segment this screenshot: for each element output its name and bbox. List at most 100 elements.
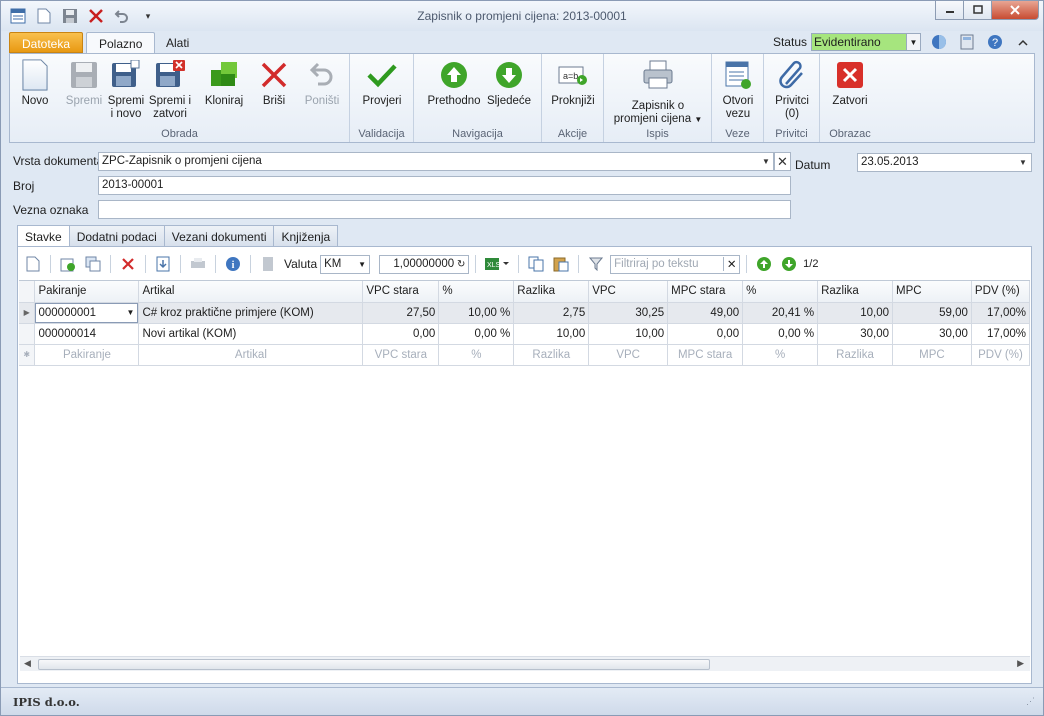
pakiranje-cell[interactable]: 000000001 ▼ [34,302,140,324]
col-vpc-percent[interactable]: % [438,281,515,303]
mpc-percent-cell[interactable]: 20,41 % [742,302,819,324]
scroll-left-icon[interactable]: ◀ [24,658,31,669]
sljedece-button[interactable]: Sljedeće [486,58,532,108]
col-vpc-razlika[interactable]: Razlika [513,281,590,303]
rate-field[interactable]: 1,00000000 ↻ [379,254,470,274]
new-vpc-percent-cell[interactable]: % [438,344,515,366]
col-pakiranje[interactable]: Pakiranje [34,281,140,303]
spremi-zatvori-button[interactable]: Spremi i zatvori [148,58,192,121]
price-icon[interactable] [257,254,279,274]
col-mpc-razlika[interactable]: Razlika [817,281,893,303]
print-grid-icon[interactable] [187,254,209,274]
privitci-button[interactable]: Privitci (0) [770,58,814,121]
filter-icon[interactable] [585,254,607,274]
help-icon[interactable]: ? [985,33,1005,51]
filter-field[interactable]: Filtriraj po tekstu ✕ [610,254,741,274]
excel-export-icon[interactable]: XLS [482,254,512,274]
new-mpc-razlika-cell[interactable]: Razlika [817,344,893,366]
paste-icon[interactable] [550,254,572,274]
mpc-cell[interactable]: 30,00 [892,323,972,345]
vpc-stara-cell[interactable]: 0,00 [362,323,440,345]
new-mpc-percent-cell[interactable]: % [742,344,819,366]
novo-button[interactable]: Novo [18,58,52,108]
pdv-cell[interactable]: 17,00% [971,302,1031,324]
col-mpc-percent[interactable]: % [742,281,819,303]
new-vpc-cell[interactable]: VPC [588,344,669,366]
vpc-stara-cell[interactable]: 27,50 [362,302,440,324]
mpc-percent-cell[interactable]: 0,00 % [742,323,819,345]
new-item-row[interactable]: ✱ Pakiranje Artikal VPC stara % Razlika … [19,344,1031,366]
mpc-razlika-cell[interactable]: 10,00 [817,302,893,324]
vrsta-combo[interactable]: ZPC-Zapisnik o promjeni cijena [98,152,774,171]
minimize-icon[interactable] [935,1,964,20]
datum-field[interactable]: 23.05.2013 [857,153,1032,172]
otvori-vezu-button[interactable]: Otvori vezu [718,58,758,121]
new-artikal-cell[interactable]: Artikal [138,344,364,366]
scrollbar-thumb[interactable] [38,659,710,670]
vpc-razlika-cell[interactable]: 2,75 [513,302,590,324]
new-row-icon[interactable] [22,254,44,274]
chevron-down-icon[interactable]: ▼ [758,153,774,170]
new-vpc-stara-cell[interactable]: VPC stara [362,344,440,366]
vpc-razlika-cell[interactable]: 10,00 [513,323,590,345]
col-artikal[interactable]: Artikal [138,281,364,303]
chevron-down-icon[interactable]: ▼ [1015,154,1031,171]
table-row[interactable]: ▶ 000000001 ▼ C# kroz praktične primjere … [19,302,1031,324]
proknjizi-button[interactable]: a=b Proknjiži [550,58,596,108]
chevron-down-icon[interactable]: ▼ [355,260,369,269]
copy-icon[interactable] [525,254,547,274]
col-pdv[interactable]: PDV (%) [971,281,1031,303]
resize-grip-icon[interactable]: ⋰ [1026,696,1035,707]
broj-field[interactable]: 2013-00001 [98,176,791,195]
tab-dodatni-podaci[interactable]: Dodatni podaci [68,225,165,247]
refresh-icon[interactable]: ↻ [454,259,468,270]
new-mpc-stara-cell[interactable]: MPC stara [667,344,744,366]
ponisti-button[interactable]: Poništi [302,58,342,108]
mpc-cell[interactable]: 59,00 [892,302,972,324]
page-prev-icon[interactable] [753,254,775,274]
mpc-razlika-cell[interactable]: 30,00 [817,323,893,345]
globe-icon[interactable] [929,33,949,51]
vpc-cell[interactable]: 30,25 [588,302,669,324]
status-combo[interactable]: Evidentirano ▼ [811,33,921,51]
copy-row-icon[interactable] [82,254,104,274]
col-mpc-stara[interactable]: MPC stara [667,281,744,303]
provjeri-button[interactable]: Provjeri [360,58,404,108]
calculator-icon[interactable] [957,33,977,51]
zatvori-button[interactable]: Zatvori [828,58,872,108]
maximize-icon[interactable] [963,1,992,20]
tab-alati[interactable]: Alati [154,32,201,53]
page-next-icon[interactable] [778,254,800,274]
horizontal-scrollbar[interactable]: ◀ ▶ [20,656,1030,671]
valuta-combo[interactable]: KM ▼ [320,254,371,274]
pdv-cell[interactable]: 17,00% [971,323,1031,345]
delete-row-icon[interactable] [117,254,139,274]
tab-datoteka[interactable]: Datoteka [9,32,84,53]
vpc-percent-cell[interactable]: 10,00 % [438,302,515,324]
clear-filter-icon[interactable]: ✕ [723,257,739,271]
artikal-cell[interactable]: C# kroz praktične primjere (KOM) [138,302,364,324]
new-pdv-cell[interactable]: PDV (%) [971,344,1031,366]
tab-knjizenja[interactable]: Knjiženja [273,225,339,247]
table-row[interactable]: 000000014 Novi artikal (KOM) 0,00 0,00 %… [19,323,1031,345]
col-mpc[interactable]: MPC [892,281,972,303]
spremi-button[interactable]: Spremi [64,58,104,108]
mpc-stara-cell[interactable]: 0,00 [667,323,744,345]
info-icon[interactable]: i [222,254,244,274]
chevron-down-icon[interactable]: ▼ [906,34,920,50]
scroll-right-icon[interactable]: ▶ [1017,658,1024,669]
brisi-button[interactable]: Briši [258,58,290,108]
vezna-field[interactable] [98,200,791,219]
pakiranje-cell[interactable]: 000000014 [34,323,140,345]
spremi-novo-button[interactable]: Spremi i novo [106,58,146,121]
import-icon[interactable] [152,254,174,274]
new-pakiranje-cell[interactable]: Pakiranje [34,344,140,366]
tab-stavke[interactable]: Stavke [17,225,70,248]
close-icon[interactable] [991,1,1039,20]
col-vpc-stara[interactable]: VPC stara [362,281,440,303]
collapse-ribbon-icon[interactable] [1013,33,1033,51]
add-row-icon[interactable] [57,254,79,274]
artikal-cell[interactable]: Novi artikal (KOM) [138,323,364,345]
mpc-stara-cell[interactable]: 49,00 [667,302,744,324]
new-vpc-razlika-cell[interactable]: Razlika [513,344,590,366]
